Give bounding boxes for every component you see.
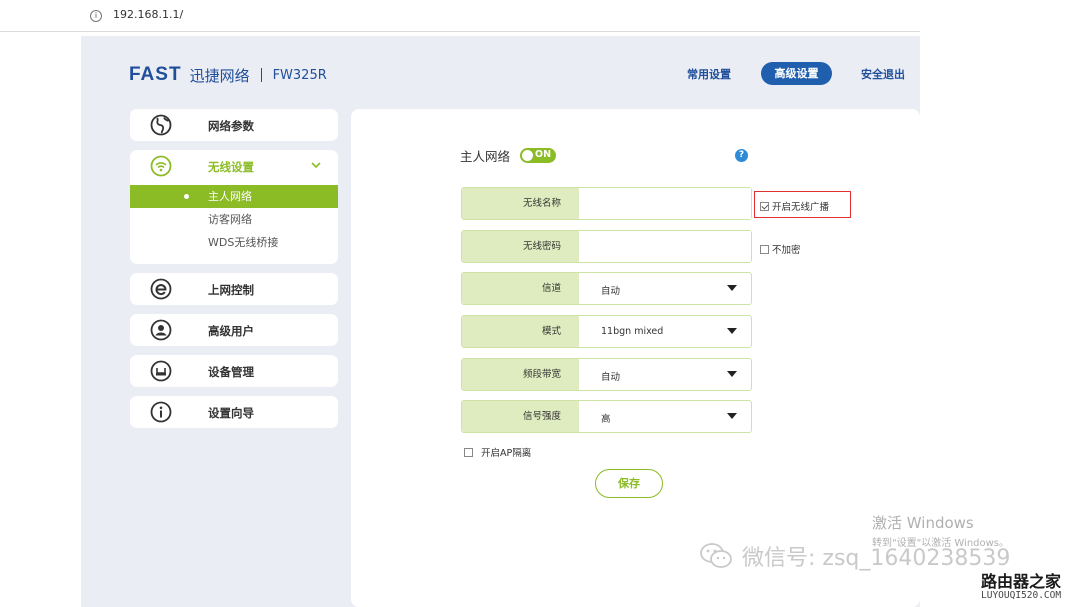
wifi-icon [150, 155, 172, 177]
sidebar-item-network-params[interactable]: 网络参数 [130, 109, 338, 141]
nav-common-settings[interactable]: 常用设置 [687, 66, 731, 82]
submenu-item-host-network[interactable]: 主人网络 [130, 185, 338, 208]
sidebar-item-internet-control[interactable]: 上网控制 [130, 273, 338, 305]
no-encrypt-checkbox[interactable] [760, 244, 769, 254]
channel-label: 信道 [462, 273, 579, 304]
toggle-knob [522, 150, 534, 161]
nav-advanced-settings[interactable]: 高级设置 [761, 62, 832, 85]
bandwidth-label: 频段带宽 [462, 359, 579, 390]
user-icon [150, 319, 172, 341]
broadcast-option[interactable]: 开启无线广播 [760, 199, 829, 213]
no-encrypt-label: 不加密 [772, 245, 801, 256]
sidebar-item-advanced-users[interactable]: 高级用户 [130, 314, 338, 346]
mode-row: 模式 11bgn mixed [461, 315, 752, 348]
site-info-icon[interactable]: i [90, 10, 102, 22]
sidebar-item-device-management[interactable]: 设备管理 [130, 355, 338, 387]
wechat-id-text: 微信号: zsq_1640238539 [742, 546, 1011, 571]
globe-icon [150, 114, 172, 136]
dropdown-caret-icon [727, 328, 737, 334]
submenu-item-wds-bridge[interactable]: WDS无线桥接 [130, 231, 338, 254]
device-icon [150, 360, 172, 382]
host-network-toggle[interactable]: ON [520, 148, 557, 163]
toggle-label: ON [535, 149, 552, 160]
wechat-icon [700, 543, 732, 568]
no-encrypt-option[interactable]: 不加密 [760, 242, 801, 256]
site-name: 路由器之家 [981, 572, 1062, 591]
help-icon[interactable]: ? [735, 149, 748, 162]
sidebar-menu: 网络参数 无线设置 主人网络 访客网络 WDS无线桥接 上网控制 高级用户 设备… [130, 109, 338, 437]
submenu-item-label: 主人网络 [208, 190, 252, 203]
password-row: 无线密码 [461, 230, 752, 263]
broadcast-label: 开启无线广播 [772, 202, 830, 213]
dropdown-caret-icon [727, 371, 737, 377]
url-text[interactable]: 192.168.1.1/ [113, 8, 183, 21]
sidebar-item-label: 设置向导 [208, 406, 254, 420]
ap-isolation-label: 开启AP隔离 [481, 448, 532, 459]
sidebar-item-label: 网络参数 [208, 119, 254, 133]
submenu-item-guest-network[interactable]: 访客网络 [130, 208, 338, 231]
submenu-item-label: 访客网络 [208, 213, 252, 226]
chevron-down-icon[interactable] [310, 159, 322, 171]
password-label: 无线密码 [462, 231, 579, 262]
broadcast-checkbox[interactable] [760, 201, 769, 211]
bandwidth-value: 自动 [601, 372, 621, 383]
submenu-item-label: WDS无线桥接 [208, 236, 279, 249]
sidebar-item-label: 高级用户 [208, 324, 254, 338]
password-input[interactable] [579, 231, 751, 262]
signal-value: 高 [601, 414, 611, 425]
sidebar-item-label: 上网控制 [208, 283, 254, 297]
wireless-submenu: 主人网络 访客网络 WDS无线桥接 [130, 182, 338, 264]
windows-activation-watermark: 激活 Windows [872, 514, 974, 532]
site-watermark: 路由器之家 LUYOUQI520.COM [975, 566, 1080, 607]
sidebar-item-label: 无线设置 [208, 160, 254, 174]
sidebar-item-label: 设备管理 [208, 365, 254, 379]
signal-row: 信号强度 高 [461, 400, 752, 433]
mode-label: 模式 [462, 316, 579, 347]
ssid-row: 无线名称 [461, 187, 752, 220]
wechat-watermark: 微信号: zsq_1640238539 [700, 540, 1010, 572]
active-dot [184, 194, 189, 199]
section-title-row: 主人网络 ON [460, 146, 557, 165]
ie-icon [150, 278, 172, 300]
bandwidth-select[interactable]: 自动 [579, 359, 751, 390]
top-navigation: 常用设置 高级设置 安全退出 [81, 62, 920, 86]
channel-value: 自动 [601, 286, 621, 297]
sidebar-item-setup-wizard[interactable]: 设置向导 [130, 396, 338, 428]
dropdown-caret-icon [727, 285, 737, 291]
browser-address-bar[interactable]: i 192.168.1.1/ [0, 0, 920, 32]
channel-select[interactable]: 自动 [579, 273, 751, 304]
page-title: 主人网络 [460, 149, 511, 164]
router-admin-page: FAST 迅捷网络 FW325R 常用设置 高级设置 安全退出 网络参数 无线设… [81, 36, 920, 607]
dropdown-caret-icon [727, 413, 737, 419]
main-panel: 主人网络 ON ? 无线名称 开启无线广播 无线密码 不加密 信道 自动 模式 … [351, 109, 920, 607]
site-url: LUYOUQI520.COM [981, 590, 1062, 601]
mode-value: 11bgn mixed [601, 326, 664, 337]
ap-isolation-option[interactable]: 开启AP隔离 [464, 445, 531, 459]
ssid-label: 无线名称 [462, 188, 579, 219]
signal-label: 信号强度 [462, 401, 579, 432]
signal-select[interactable]: 高 [579, 401, 751, 432]
ap-isolation-checkbox[interactable] [464, 447, 473, 457]
mode-select[interactable]: 11bgn mixed [579, 316, 751, 347]
info-icon [150, 401, 172, 423]
save-button[interactable]: 保存 [595, 469, 663, 498]
channel-row: 信道 自动 [461, 272, 752, 305]
ssid-input[interactable] [579, 188, 751, 219]
nav-logout[interactable]: 安全退出 [861, 66, 905, 82]
bandwidth-row: 频段带宽 自动 [461, 358, 752, 391]
sidebar-item-wireless[interactable]: 无线设置 [130, 150, 338, 182]
